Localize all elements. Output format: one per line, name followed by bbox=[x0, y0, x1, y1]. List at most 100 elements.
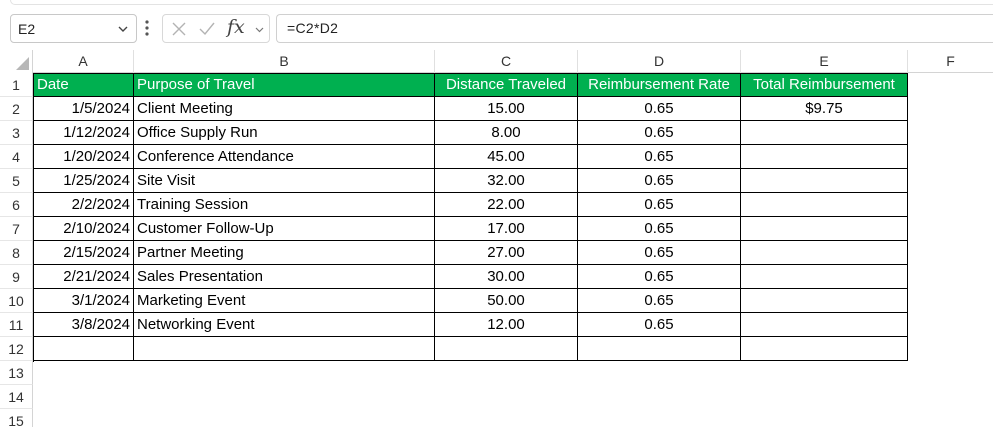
table-cell-distance[interactable] bbox=[435, 337, 578, 361]
table-cell-total[interactable] bbox=[741, 169, 908, 193]
table-cell-distance[interactable]: 27.00 bbox=[435, 241, 578, 265]
column-header-a[interactable]: A bbox=[33, 50, 134, 73]
table-cell-purpose[interactable]: Sales Presentation bbox=[134, 265, 435, 289]
table-cell-date[interactable]: 1/5/2024 bbox=[34, 97, 134, 121]
row-header[interactable]: 11 bbox=[0, 313, 33, 337]
table-cell-purpose[interactable]: Office Supply Run bbox=[134, 121, 435, 145]
table-border-left bbox=[33, 73, 34, 362]
chevron-down-icon[interactable] bbox=[254, 24, 265, 35]
table-cell-purpose[interactable]: Conference Attendance bbox=[134, 145, 435, 169]
column-header-d[interactable]: D bbox=[578, 50, 741, 73]
row-header[interactable]: 2 bbox=[0, 97, 33, 121]
table-cell-rate[interactable]: 0.65 bbox=[578, 193, 741, 217]
row-header[interactable]: 8 bbox=[0, 241, 33, 265]
insert-function-icon[interactable]: fx bbox=[227, 16, 245, 38]
table-cell-total[interactable]: $9.75 bbox=[741, 97, 908, 121]
row-header[interactable]: 4 bbox=[0, 145, 33, 169]
table-cell-purpose[interactable]: Site Visit bbox=[134, 169, 435, 193]
row-header[interactable]: 10 bbox=[0, 289, 33, 313]
table-cell-purpose[interactable]: Partner Meeting bbox=[134, 241, 435, 265]
select-all-button[interactable] bbox=[0, 50, 33, 73]
formula-text[interactable]: =C2*D2 bbox=[287, 20, 338, 36]
table-cell-purpose[interactable] bbox=[134, 337, 435, 361]
formula-bar: E2 fx =C2*D2 bbox=[0, 0, 993, 50]
formula-input[interactable]: =C2*D2 bbox=[276, 14, 993, 43]
table-cell-distance[interactable]: 50.00 bbox=[435, 289, 578, 313]
table-cell-total[interactable] bbox=[741, 313, 908, 337]
row-header[interactable]: 1 bbox=[0, 73, 33, 97]
table-cell-distance[interactable]: 30.00 bbox=[435, 265, 578, 289]
row-header[interactable]: 15 bbox=[0, 409, 33, 427]
formula-controls: fx bbox=[162, 14, 270, 43]
table-cell-rate[interactable]: 0.65 bbox=[578, 97, 741, 121]
row-header[interactable]: 12 bbox=[0, 337, 33, 361]
table-cell-date[interactable]: 1/12/2024 bbox=[34, 121, 134, 145]
table-header-purpose[interactable]: Purpose of Travel bbox=[134, 73, 435, 97]
table-header-rate[interactable]: Reimbursement Rate bbox=[578, 73, 741, 97]
table-cell-rate[interactable]: 0.65 bbox=[578, 217, 741, 241]
row-header[interactable]: 3 bbox=[0, 121, 33, 145]
table-cell-date[interactable]: 1/20/2024 bbox=[34, 145, 134, 169]
spreadsheet-grid: A B C D E F 1 2 3 4 5 6 7 8 9 10 11 12 1… bbox=[0, 50, 993, 427]
table-cell-purpose[interactable]: Marketing Event bbox=[134, 289, 435, 313]
table-cell-total[interactable] bbox=[741, 337, 908, 361]
table-cell-total[interactable] bbox=[741, 241, 908, 265]
table-cell-distance[interactable]: 8.00 bbox=[435, 121, 578, 145]
row-header[interactable]: 7 bbox=[0, 217, 33, 241]
table-cell-rate[interactable]: 0.65 bbox=[578, 241, 741, 265]
table-cell-date[interactable]: 2/2/2024 bbox=[34, 193, 134, 217]
close-icon[interactable] bbox=[171, 21, 187, 37]
table-cell-rate[interactable]: 0.65 bbox=[578, 121, 741, 145]
table-cell-rate[interactable]: 0.65 bbox=[578, 289, 741, 313]
select-all-triangle-icon bbox=[16, 57, 29, 70]
table-cell-total[interactable] bbox=[741, 265, 908, 289]
row-header[interactable]: 6 bbox=[0, 193, 33, 217]
table-cell-rate[interactable]: 0.65 bbox=[578, 313, 741, 337]
table-cell-date[interactable] bbox=[34, 337, 134, 361]
table-cell-purpose[interactable]: Networking Event bbox=[134, 313, 435, 337]
name-box[interactable]: E2 bbox=[10, 14, 137, 43]
column-header-e[interactable]: E bbox=[741, 50, 908, 73]
table-cell-date[interactable]: 2/15/2024 bbox=[34, 241, 134, 265]
column-header-f[interactable]: F bbox=[908, 50, 993, 73]
table-cell-date[interactable]: 2/10/2024 bbox=[34, 217, 134, 241]
table-cell-purpose[interactable]: Customer Follow-Up bbox=[134, 217, 435, 241]
table-cell-date[interactable]: 3/8/2024 bbox=[34, 313, 134, 337]
row-header[interactable]: 5 bbox=[0, 169, 33, 193]
table-header-total[interactable]: Total Reimbursement bbox=[741, 73, 908, 97]
table-cell-date[interactable]: 2/21/2024 bbox=[34, 265, 134, 289]
table-cell-total[interactable] bbox=[741, 121, 908, 145]
column-header-b[interactable]: B bbox=[134, 50, 435, 73]
table-cell-rate[interactable]: 0.65 bbox=[578, 145, 741, 169]
name-box-value[interactable]: E2 bbox=[18, 21, 35, 37]
table-cell-total[interactable] bbox=[741, 289, 908, 313]
table-cell-distance[interactable]: 32.00 bbox=[435, 169, 578, 193]
table-cell-rate[interactable] bbox=[578, 337, 741, 361]
table-cell-total[interactable] bbox=[741, 217, 908, 241]
table-cell-date[interactable]: 3/1/2024 bbox=[34, 289, 134, 313]
table-border-top bbox=[33, 73, 908, 74]
table-cell-distance[interactable]: 45.00 bbox=[435, 145, 578, 169]
column-header-row: A B C D E F bbox=[0, 50, 993, 73]
row-header[interactable]: 13 bbox=[0, 361, 33, 385]
table-cell-distance[interactable]: 12.00 bbox=[435, 313, 578, 337]
vertical-dots-icon[interactable] bbox=[144, 18, 150, 38]
table-cell-rate[interactable]: 0.65 bbox=[578, 265, 741, 289]
table-cell-rate[interactable]: 0.65 bbox=[578, 169, 741, 193]
column-header-c[interactable]: C bbox=[435, 50, 578, 73]
chevron-down-icon[interactable] bbox=[117, 23, 129, 35]
table-cell-total[interactable] bbox=[741, 193, 908, 217]
ribbon-edge bbox=[10, 0, 993, 5]
table-cell-date[interactable]: 1/25/2024 bbox=[34, 169, 134, 193]
table-cell-purpose[interactable]: Training Session bbox=[134, 193, 435, 217]
table-cell-purpose[interactable]: Client Meeting bbox=[134, 97, 435, 121]
row-header[interactable]: 14 bbox=[0, 385, 33, 409]
checkmark-icon[interactable] bbox=[198, 21, 216, 37]
table-header-date[interactable]: Date bbox=[34, 73, 134, 97]
table-cell-distance[interactable]: 17.00 bbox=[435, 217, 578, 241]
table-cell-distance[interactable]: 22.00 bbox=[435, 193, 578, 217]
row-header[interactable]: 9 bbox=[0, 265, 33, 289]
table-header-distance[interactable]: Distance Traveled bbox=[435, 73, 578, 97]
table-cell-distance[interactable]: 15.00 bbox=[435, 97, 578, 121]
table-cell-total[interactable] bbox=[741, 145, 908, 169]
